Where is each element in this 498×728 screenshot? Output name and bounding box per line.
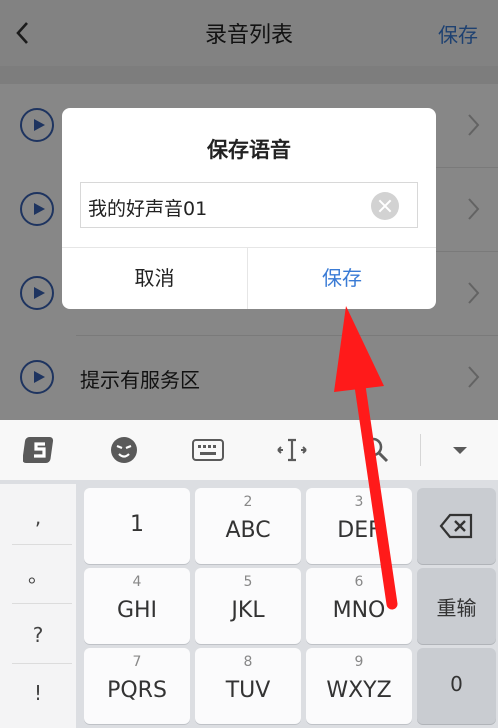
- key-jkl[interactable]: 5 JKL: [195, 568, 301, 644]
- confirm-save-button[interactable]: 保存: [249, 248, 435, 309]
- key-ghi[interactable]: 4 GHI: [84, 568, 190, 644]
- voice-name-value: 我的好声音01: [88, 198, 208, 220]
- key-label: PQRS: [107, 678, 167, 703]
- key-abc[interactable]: 2 ABC: [195, 488, 301, 564]
- key-number: 6: [354, 574, 364, 590]
- key-1[interactable]: 1: [84, 488, 190, 564]
- cursor-move-icon[interactable]: [262, 420, 322, 480]
- sogou-logo-icon[interactable]: [10, 420, 70, 480]
- search-icon[interactable]: [346, 420, 406, 480]
- key-label: 重输: [436, 596, 477, 620]
- symbol-divider: [12, 544, 72, 545]
- key-number: 4: [132, 574, 142, 590]
- symbol-column[interactable]: , 。 ? !: [0, 484, 76, 728]
- key-number: 2: [243, 494, 253, 510]
- dialog-title: 保存语音: [207, 138, 291, 162]
- voice-name-input[interactable]: 我的好声音01: [80, 182, 418, 228]
- key-label: 0: [450, 672, 463, 696]
- key-label: 1: [130, 512, 144, 537]
- symbol-divider: [12, 603, 72, 604]
- key-mno[interactable]: 6 MNO: [306, 568, 412, 644]
- symbol-key[interactable]: !: [0, 664, 76, 722]
- symbol-key[interactable]: ?: [0, 606, 76, 664]
- key-label: WXYZ: [326, 678, 392, 703]
- key-label: GHI: [116, 598, 158, 623]
- key-number: 7: [132, 654, 142, 670]
- key-number: 8: [243, 654, 253, 670]
- key-def[interactable]: 3 DEF: [306, 488, 412, 564]
- emoji-icon[interactable]: [94, 420, 154, 480]
- symbol-key[interactable]: 。: [0, 546, 76, 604]
- backspace-icon: [439, 513, 473, 539]
- key-0[interactable]: 0: [417, 648, 496, 724]
- clear-icon[interactable]: [371, 192, 399, 220]
- cancel-button[interactable]: 取消: [62, 248, 248, 309]
- symbol-key[interactable]: ,: [0, 488, 76, 546]
- key-tuv[interactable]: 8 TUV: [195, 648, 301, 724]
- key-label: ABC: [225, 518, 271, 543]
- key-number: 9: [354, 654, 364, 670]
- key-pqrs[interactable]: 7 PQRS: [84, 648, 190, 724]
- key-label: JKL: [231, 598, 265, 623]
- key-label: MNO: [332, 598, 386, 623]
- key-label: DEF: [337, 518, 381, 543]
- key-number: 5: [243, 574, 253, 590]
- collapse-keyboard-icon[interactable]: [430, 420, 490, 480]
- keyboard-toolbar: [0, 420, 498, 480]
- dialog-actions: 取消 保存: [62, 247, 436, 309]
- keyboard-icon[interactable]: [178, 420, 238, 480]
- key-label: TUV: [225, 678, 271, 703]
- backspace-key[interactable]: [417, 488, 496, 564]
- reenter-key[interactable]: 重输: [417, 568, 496, 644]
- toolbar-separator: [420, 434, 421, 466]
- save-voice-dialog: 保存语音 我的好声音01 取消 保存: [62, 108, 436, 309]
- key-wxyz[interactable]: 9 WXYZ: [306, 648, 412, 724]
- key-number: 3: [354, 494, 364, 510]
